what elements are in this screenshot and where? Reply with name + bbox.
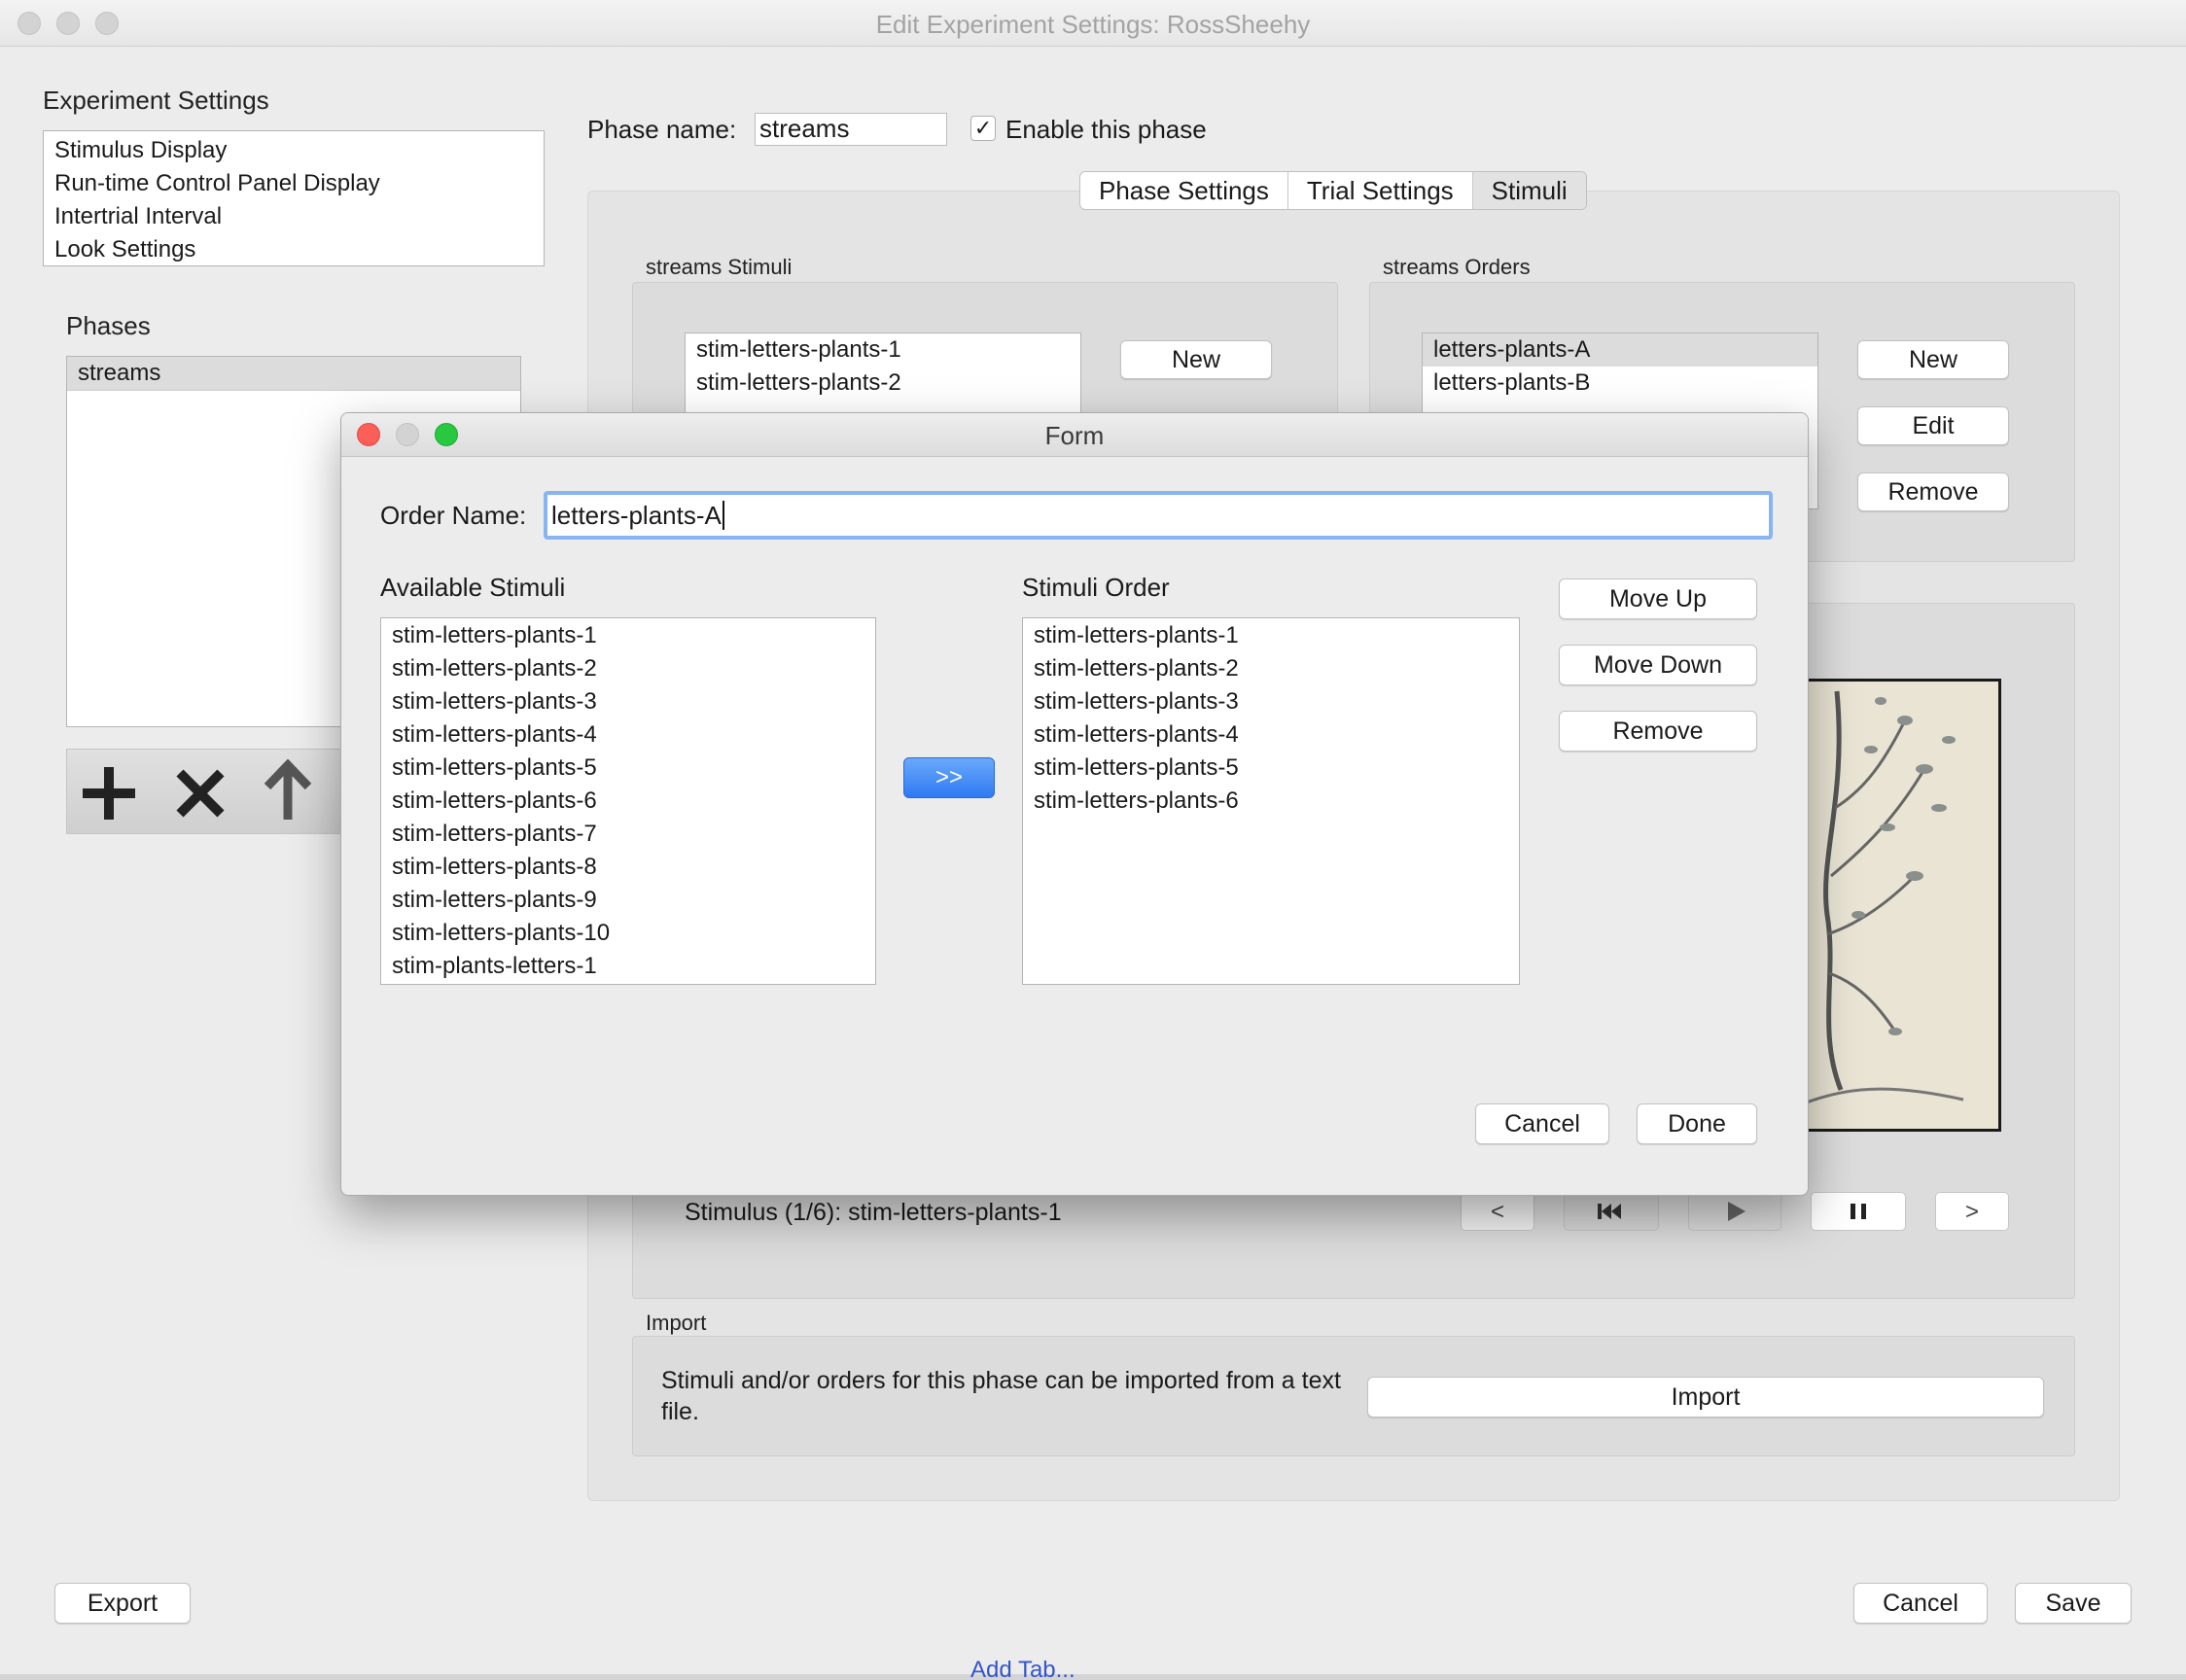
order-name-value: letters-plants-A <box>551 501 722 530</box>
form-title: Form <box>1044 421 1105 450</box>
ordered-stimulus-item[interactable]: stim-letters-plants-2 <box>1023 652 1519 685</box>
arrow-up-icon[interactable] <box>260 759 316 823</box>
available-stimulus-item[interactable]: stim-letters-plants-3 <box>381 685 875 718</box>
window-title-bar: Edit Experiment Settings: RossSheehy <box>0 0 2186 47</box>
window-bottom-edge <box>0 1674 2186 1680</box>
export-button[interactable]: Export <box>54 1583 191 1624</box>
experiment-settings-label: Experiment Settings <box>43 86 269 115</box>
available-stimulus-item[interactable]: stim-letters-plants-1 <box>381 619 875 652</box>
form-cancel-button[interactable]: Cancel <box>1475 1103 1609 1144</box>
window-title: Edit Experiment Settings: RossSheehy <box>875 10 1311 39</box>
order-item-selected[interactable]: letters-plants-A <box>1423 333 1817 367</box>
skip-back-icon <box>1598 1204 1621 1219</box>
order-item[interactable]: letters-plants-B <box>1423 367 1817 400</box>
enable-phase-label: Enable this phase <box>1005 115 1207 144</box>
phase-name-input[interactable]: streams <box>755 113 947 146</box>
background-add-tab-text: Add Tab... <box>970 1661 1075 1680</box>
tab-stimuli[interactable]: Stimuli <box>1472 172 1586 209</box>
stimuli-box-label: streams Stimuli <box>646 255 793 279</box>
stimuli-order-list: stim-letters-plants-1 stim-letters-plant… <box>1022 617 1520 985</box>
rewind-button[interactable] <box>1564 1192 1659 1231</box>
import-label: Import <box>646 1311 707 1335</box>
next-stimulus-button[interactable]: > <box>1935 1192 2009 1231</box>
phase-item-streams[interactable]: streams <box>67 357 520 391</box>
ordered-stimulus-item[interactable]: stim-letters-plants-5 <box>1023 752 1519 785</box>
experiment-settings-list: Stimulus Display Run-time Control Panel … <box>43 130 545 266</box>
settings-item-runtime-control-panel[interactable]: Run-time Control Panel Display <box>44 167 544 200</box>
move-down-button[interactable]: Move Down <box>1559 645 1757 685</box>
previous-stimulus-button[interactable]: < <box>1461 1192 1534 1231</box>
form-done-button[interactable]: Done <box>1637 1103 1757 1144</box>
available-stimulus-item[interactable]: stim-letters-plants-9 <box>381 884 875 917</box>
edit-order-button[interactable]: Edit <box>1857 406 2009 445</box>
cancel-button[interactable]: Cancel <box>1853 1583 1988 1624</box>
plus-icon[interactable] <box>79 763 139 823</box>
remove-order-button[interactable]: Remove <box>1857 472 2009 511</box>
import-button[interactable]: Import <box>1367 1377 2044 1418</box>
available-stimuli-label: Available Stimuli <box>380 573 566 602</box>
stimuli-order-label: Stimuli Order <box>1022 573 1170 602</box>
phase-name-label: Phase name: <box>587 115 737 144</box>
ordered-stimulus-item[interactable]: stim-letters-plants-6 <box>1023 785 1519 818</box>
new-order-button[interactable]: New <box>1857 340 2009 379</box>
pause-icon <box>1851 1204 1866 1219</box>
available-stimulus-item[interactable]: stim-letters-plants-8 <box>381 851 875 884</box>
enable-phase-checkbox[interactable]: ✓ <box>970 116 996 141</box>
save-button[interactable]: Save <box>2015 1583 2132 1624</box>
available-stimulus-item[interactable]: stim-plants-letters-1 <box>381 950 875 983</box>
ordered-stimulus-item[interactable]: stim-letters-plants-4 <box>1023 718 1519 752</box>
order-name-label: Order Name: <box>380 501 527 530</box>
available-stimulus-item[interactable]: stim-letters-plants-2 <box>381 652 875 685</box>
phases-toolbar <box>66 749 358 834</box>
import-description: Stimuli and/or orders for this phase can… <box>661 1367 1341 1425</box>
stimulus-item[interactable]: stim-letters-plants-1 <box>686 333 1080 367</box>
settings-item-intertrial-interval[interactable]: Intertrial Interval <box>44 200 544 233</box>
add-to-order-button[interactable]: >> <box>903 757 995 798</box>
orders-box-label: streams Orders <box>1383 255 1531 279</box>
play-button[interactable] <box>1688 1192 1781 1231</box>
text-cursor <box>722 501 724 530</box>
available-stimulus-item[interactable]: stim-letters-plants-4 <box>381 718 875 752</box>
remove-from-order-button[interactable]: Remove <box>1559 711 1757 752</box>
tab-bar: Phase Settings Trial Settings Stimuli <box>1079 171 1587 210</box>
form-title-bar: Form <box>341 413 1808 457</box>
new-stimulus-button[interactable]: New <box>1120 340 1272 379</box>
available-stimulus-item[interactable]: stim-letters-plants-5 <box>381 752 875 785</box>
tab-trial-settings[interactable]: Trial Settings <box>1288 172 1473 209</box>
available-stimulus-item[interactable]: stim-letters-plants-6 <box>381 785 875 818</box>
available-stimuli-list: stim-letters-plants-1 stim-letters-plant… <box>380 617 876 985</box>
tab-phase-settings[interactable]: Phase Settings <box>1080 172 1288 209</box>
pause-button[interactable] <box>1811 1192 1906 1231</box>
settings-item-stimulus-display[interactable]: Stimulus Display <box>44 134 544 167</box>
available-stimulus-item[interactable]: stim-letters-plants-10 <box>381 917 875 950</box>
play-icon <box>1728 1202 1745 1221</box>
stimulus-status-text: Stimulus (1/6): stim-letters-plants-1 <box>685 1199 1062 1226</box>
stimulus-item[interactable]: stim-letters-plants-2 <box>686 367 1080 400</box>
stimulus-preview-image <box>1776 679 2001 1132</box>
ordered-stimulus-item[interactable]: stim-letters-plants-1 <box>1023 619 1519 652</box>
order-name-input[interactable]: letters-plants-A <box>544 491 1773 540</box>
plant-illustration <box>1779 682 1998 1129</box>
move-up-button[interactable]: Move Up <box>1559 578 1757 619</box>
ordered-stimulus-item[interactable]: stim-letters-plants-3 <box>1023 685 1519 718</box>
form-dialog: Form Order Name: letters-plants-A Availa… <box>340 412 1809 1196</box>
settings-item-look-settings[interactable]: Look Settings <box>44 233 544 266</box>
available-stimulus-item[interactable]: stim-letters-plants-7 <box>381 818 875 851</box>
phases-label: Phases <box>66 311 151 340</box>
x-icon[interactable] <box>172 765 229 822</box>
